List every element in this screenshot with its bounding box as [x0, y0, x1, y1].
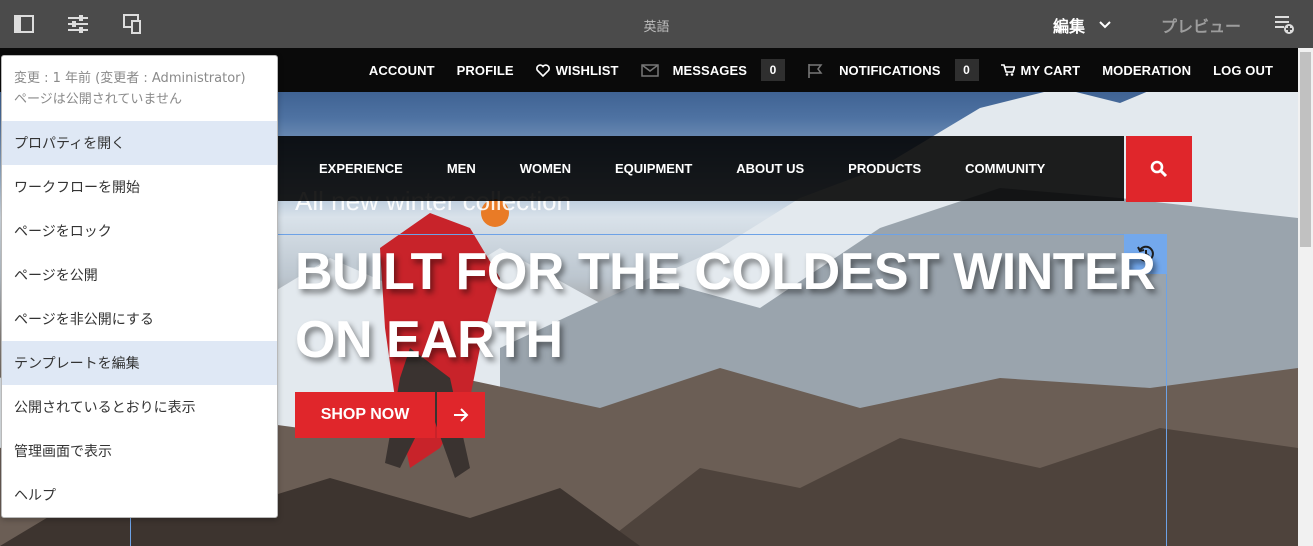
notifications-label: NOTIFICATIONS	[839, 62, 941, 78]
logout-link[interactable]: LOG OUT	[1213, 63, 1273, 78]
cart-link[interactable]: MY CART	[1000, 62, 1081, 78]
side-panel-toggle-icon[interactable]	[12, 12, 36, 36]
mode-dropdown[interactable]: 編集	[1053, 13, 1111, 37]
messages-count-badge: 0	[761, 59, 786, 81]
page-meta: 変更 : 1 年前 (変更者 : Administrator) ページは公開され…	[2, 56, 277, 121]
heart-icon	[535, 63, 550, 77]
menu-publish-page[interactable]: ページを公開	[2, 253, 277, 297]
chevron-down-icon	[1099, 21, 1111, 29]
menu-view-in-admin[interactable]: 管理画面で表示	[2, 429, 277, 473]
cart-label: MY CART	[1020, 62, 1081, 78]
menu-start-workflow[interactable]: ワークフローを開始	[2, 165, 277, 209]
notifications-count-badge: 0	[954, 59, 979, 81]
hero-title-line-2: ON EARTH	[295, 311, 563, 369]
messages-link[interactable]: MESSAGES 0	[640, 59, 786, 81]
page-information-menu: 変更 : 1 年前 (変更者 : Administrator) ページは公開され…	[1, 55, 278, 518]
page-scrollbar-thumb[interactable]	[1300, 52, 1311, 247]
wishlist-link[interactable]: WISHLIST	[535, 62, 619, 78]
mode-label: 編集	[1053, 17, 1086, 36]
search-icon	[1150, 160, 1168, 178]
menu-edit-template[interactable]: テンプレートを編集	[2, 341, 277, 385]
wishlist-label: WISHLIST	[555, 62, 619, 78]
emulator-devices-icon[interactable]	[120, 12, 144, 36]
messages-label: MESSAGES	[672, 62, 748, 78]
hero-title-line-1: BUILT FOR THE COLDEST WINTER	[295, 243, 1156, 301]
search-button[interactable]	[1126, 136, 1192, 202]
menu-lock-page[interactable]: ページをロック	[2, 209, 277, 253]
shop-now-button[interactable]: SHOP NOW	[295, 392, 485, 438]
menu-open-properties[interactable]: プロパティを開く	[2, 121, 277, 165]
menu-unpublish-page[interactable]: ページを非公開にする	[2, 297, 277, 341]
nav-women[interactable]: WOMEN	[520, 161, 571, 176]
cart-icon	[1000, 64, 1015, 76]
nav-experience[interactable]: EXPERIENCE	[319, 161, 403, 176]
page-properties-sliders-icon[interactable]	[66, 12, 90, 36]
menu-view-as-published[interactable]: 公開されているとおりに表示	[2, 385, 277, 429]
account-link[interactable]: ACCOUNT	[369, 63, 435, 78]
preview-button[interactable]: プレビュー	[1161, 13, 1241, 37]
moderation-link[interactable]: MODERATION	[1102, 63, 1191, 78]
arrow-right-icon	[437, 392, 485, 438]
publish-status: ページは公開されていません	[14, 92, 182, 107]
nav-about-us[interactable]: ABOUT US	[736, 161, 804, 176]
menu-help[interactable]: ヘルプ	[2, 473, 277, 517]
flag-icon	[808, 63, 823, 78]
nav-men[interactable]: MEN	[447, 161, 476, 176]
nav-equipment[interactable]: EQUIPMENT	[615, 161, 692, 176]
profile-link[interactable]: PROFILE	[457, 63, 514, 78]
hero-title: BUILT FOR THE COLDEST WINTER ON EARTH	[295, 238, 1156, 374]
envelope-icon	[640, 63, 659, 77]
main-nav: EXPERIENCE MEN WOMEN EQUIPMENT ABOUT US …	[276, 136, 1124, 201]
editor-toolbar: 英語 編集 プレビュー	[0, 0, 1313, 48]
modified-info: 変更 : 1 年前 (変更者 : Administrator)	[14, 71, 246, 86]
nav-community[interactable]: COMMUNITY	[965, 161, 1045, 176]
notifications-link[interactable]: NOTIFICATIONS 0	[807, 59, 979, 81]
nav-products[interactable]: PRODUCTS	[848, 161, 921, 176]
language-label: 英語	[643, 20, 670, 35]
shop-now-label: SHOP NOW	[295, 392, 435, 438]
annotations-icon[interactable]	[1272, 12, 1296, 36]
